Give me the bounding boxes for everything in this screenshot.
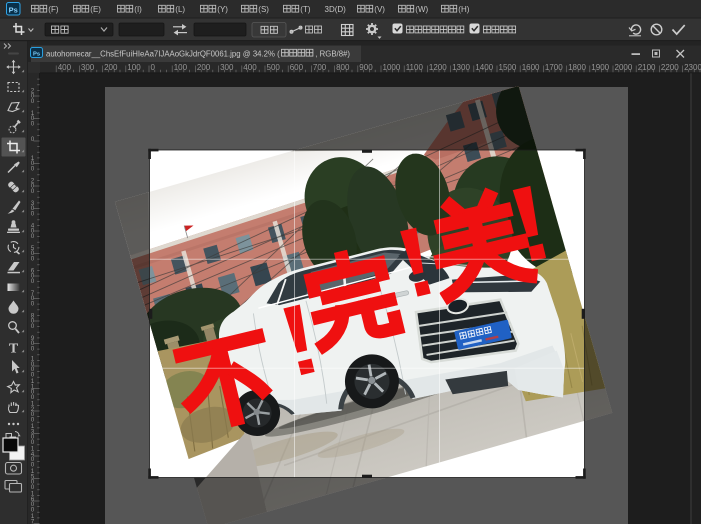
svg-text:(W): (W) (415, 5, 428, 14)
svg-text:2000: 2000 (615, 63, 633, 72)
svg-text:1300: 1300 (452, 63, 470, 72)
svg-text:2200: 2200 (661, 63, 679, 72)
svg-text:0: 0 (31, 121, 35, 128)
svg-text:(H): (H) (458, 5, 469, 14)
svg-text:T: T (9, 342, 19, 357)
svg-text:(L): (L) (175, 5, 185, 14)
svg-text:0: 0 (31, 98, 35, 105)
svg-text:Ps: Ps (9, 5, 18, 14)
svg-text:300: 300 (220, 63, 234, 72)
svg-text:1700: 1700 (545, 63, 563, 72)
svg-text:0: 0 (31, 211, 35, 218)
svg-text:3D(D): 3D(D) (325, 5, 347, 14)
svg-text:400: 400 (58, 63, 72, 72)
svg-text:0: 0 (31, 278, 35, 285)
svg-text:700: 700 (313, 63, 327, 72)
svg-text:200: 200 (197, 63, 211, 72)
svg-text:, RGB/8#): , RGB/8#) (315, 49, 350, 58)
svg-text:0: 0 (151, 63, 156, 72)
svg-text:300: 300 (81, 63, 95, 72)
svg-text:600: 600 (290, 63, 304, 72)
svg-text:0: 0 (31, 233, 35, 240)
svg-text:0: 0 (31, 323, 35, 330)
svg-text:500: 500 (267, 63, 281, 72)
svg-text:0: 0 (31, 346, 35, 353)
svg-text:900: 900 (359, 63, 373, 72)
svg-text:1000: 1000 (383, 63, 401, 72)
svg-text:800: 800 (336, 63, 350, 72)
svg-text:100: 100 (127, 63, 141, 72)
svg-text:1400: 1400 (475, 63, 493, 72)
svg-text:(E): (E) (90, 5, 101, 14)
svg-text:0: 0 (31, 166, 35, 173)
svg-text:autohomecar__ChsEfFuiHIeAa7IJA: autohomecar__ChsEfFuiHIeAa7IJAAoGkJdrQF0… (46, 49, 280, 58)
svg-text:1800: 1800 (568, 63, 586, 72)
svg-text:100: 100 (174, 63, 188, 72)
svg-text:1900: 1900 (591, 63, 609, 72)
svg-text:0: 0 (31, 188, 35, 195)
svg-text:(S): (S) (258, 5, 269, 14)
svg-text:400: 400 (243, 63, 257, 72)
svg-text:(Y): (Y) (217, 5, 228, 14)
svg-text:(V): (V) (374, 5, 385, 14)
svg-text:1500: 1500 (499, 63, 517, 72)
svg-text:0: 0 (31, 256, 35, 263)
svg-text:1200: 1200 (429, 63, 447, 72)
svg-text:0: 0 (31, 136, 35, 143)
svg-text:2300: 2300 (684, 63, 701, 72)
svg-text:2100: 2100 (638, 63, 656, 72)
svg-text:200: 200 (104, 63, 118, 72)
svg-text:0: 0 (31, 301, 35, 308)
svg-text:(F): (F) (48, 5, 59, 14)
svg-text:Ps: Ps (33, 52, 40, 58)
svg-text:(T): (T) (300, 5, 311, 14)
svg-text:1600: 1600 (522, 63, 540, 72)
svg-text:(I): (I) (134, 5, 142, 14)
svg-text:1100: 1100 (406, 63, 424, 72)
